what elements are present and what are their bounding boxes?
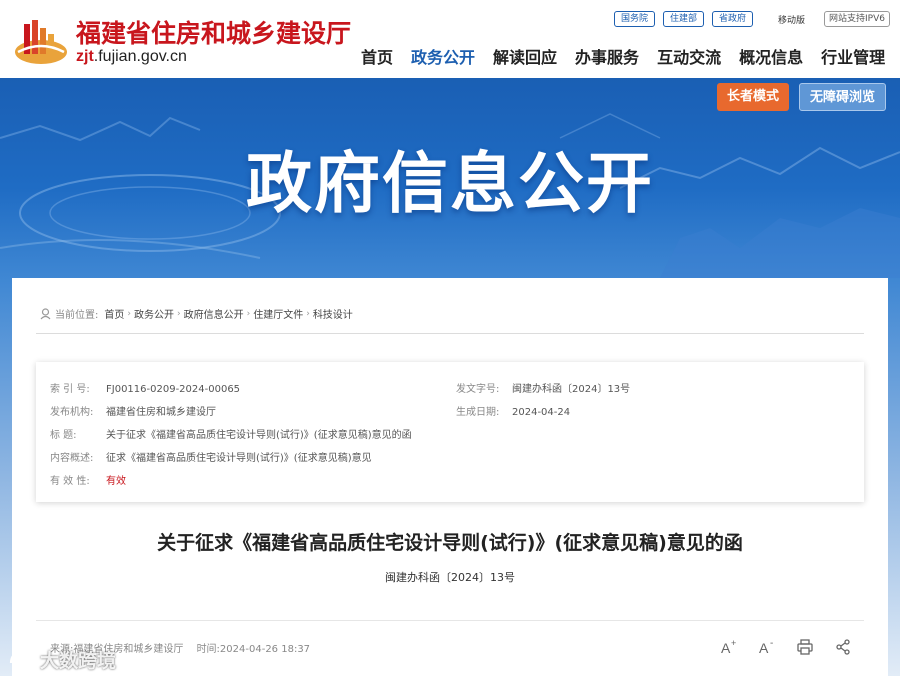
breadcrumb-separator-icon: › — [176, 308, 181, 319]
meta-date-value: 2024-04-24 — [512, 407, 571, 418]
meta-doc-number-row: 发文字号: 闽建办科函〔2024〕13号 — [456, 380, 630, 395]
link-provincial-gov[interactable]: 省政府 — [712, 11, 754, 27]
meta-index-value: FJ00116-0209-2024-00065 — [106, 384, 241, 395]
document-number: 闽建办科函〔2024〕13号 — [385, 571, 515, 584]
link-mohurd[interactable]: 住建部 — [663, 11, 705, 27]
svg-text:+: + — [731, 639, 736, 648]
meta-validity-value: 有效 — [106, 476, 126, 487]
nav-services[interactable]: 办事服务 — [566, 46, 648, 70]
meta-index-row: 索 引 号: FJ00116-0209-2024-00065 — [50, 380, 240, 395]
location-icon — [40, 307, 51, 319]
meta-title-row: 标 题: 关于征求《福建省高品质住宅设计导则(试行)》(征求意见稿)意见的函 — [50, 426, 412, 441]
meta-date-row: 生成日期: 2024-04-24 — [456, 403, 570, 418]
meta-doc-number-value: 闽建办科函〔2024〕13号 — [512, 384, 631, 395]
nav-home[interactable]: 首页 — [352, 46, 402, 70]
meta-publisher-value: 福建省住房和城乡建设厅 — [106, 407, 216, 418]
banner-title: 政府信息公开 — [246, 145, 654, 222]
watermark-logo-icon — [9, 651, 33, 668]
meta-publisher-label: 发布机构: — [50, 407, 94, 418]
main-nav: 首页 政务公开 解读回应 办事服务 互动交流 概况信息 行业管理 — [352, 46, 894, 70]
hero-banner: 政府信息公开 长者模式 无障碍浏览 — [0, 78, 900, 278]
elder-mode-button[interactable]: 长者模式 — [717, 83, 790, 111]
nav-government-affairs[interactable]: 政务公开 — [402, 46, 484, 70]
nav-industry[interactable]: 行业管理 — [812, 46, 894, 70]
top-links: 国务院 住建部 省政府 — [614, 11, 754, 27]
breadcrumb-tech-design[interactable]: 科技设计 — [313, 306, 353, 321]
document-tools: A + A- — [718, 636, 854, 658]
mobile-version-link[interactable]: 移动版 — [778, 13, 805, 26]
meta-publisher-row: 发布机构: 福建省住房和城乡建设厅 — [50, 403, 216, 418]
breadcrumb: 当前位置: 首页 › 政务公开 › 政府信息公开 › 住建厅文件 › 科技设计 — [40, 306, 353, 321]
breadcrumb-separator-icon: › — [246, 308, 251, 319]
nav-overview[interactable]: 概况信息 — [730, 46, 812, 70]
meta-summary-value: 征求《福建省高品质住宅设计导则(试行)》(征求意见稿)意见 — [106, 453, 372, 464]
document-metadata-box: 索 引 号: FJ00116-0209-2024-00065 发文字号: 闽建办科函… — [36, 362, 864, 502]
breadcrumb-prefix: 当前位置: — [55, 310, 99, 321]
meta-title-label: 标 题: — [50, 430, 77, 441]
breadcrumb-separator-icon: › — [306, 308, 310, 319]
svg-text:A: A — [721, 640, 731, 655]
info-divider — [36, 620, 864, 621]
svg-text:A: A — [759, 640, 769, 655]
accessible-browse-button[interactable]: 无障碍浏览 — [799, 83, 887, 111]
print-icon[interactable] — [794, 636, 816, 658]
ipv6-badge[interactable]: 网站支持IPV6 — [824, 11, 890, 27]
site-header: 福建省住房和城乡建设厅 zjt.fujian.gov.cn 国务院 住建部 省政… — [0, 0, 900, 78]
breadcrumb-home[interactable]: 首页 — [104, 306, 124, 321]
breadcrumb-department-documents[interactable]: 住建厅文件 — [253, 306, 303, 321]
meta-doc-number-label: 发文字号: — [456, 384, 500, 395]
domain-prefix: zjt — [76, 48, 94, 65]
meta-index-label: 索 引 号: — [50, 384, 90, 395]
watermark-text: 大数跨境 — [40, 650, 117, 672]
breadcrumb-government-affairs[interactable]: 政务公开 — [134, 306, 174, 321]
share-icon[interactable] — [832, 636, 854, 658]
site-domain: zjt.fujian.gov.cn — [76, 48, 187, 66]
site-logo[interactable] — [14, 16, 68, 66]
meta-summary-row: 内容概述: 征求《福建省高品质住宅设计导则(试行)》(征求意见稿)意见 — [50, 449, 372, 464]
watermark: 大数跨境 — [8, 646, 116, 673]
link-state-council[interactable]: 国务院 — [614, 11, 656, 27]
meta-validity-label: 有 效 性: — [50, 476, 90, 487]
meta-date-label: 生成日期: — [456, 407, 500, 418]
domain-rest: .fujian.gov.cn — [93, 48, 187, 65]
meta-validity-row: 有 效 性: 有效 — [50, 472, 126, 487]
site-name[interactable]: 福建省住房和城乡建设厅 — [76, 14, 351, 50]
breadcrumb-separator-icon: › — [127, 308, 131, 319]
document-time: 时间:2024-04-26 18:37 — [196, 644, 311, 655]
meta-title-value: 关于征求《福建省高品质住宅设计导则(试行)》(征求意见稿)意见的函 — [106, 430, 412, 441]
document-title: 关于征求《福建省高品质住宅设计导则(试行)》(征求意见稿)意见的函 — [157, 532, 743, 554]
breadcrumb-info-disclosure[interactable]: 政府信息公开 — [184, 306, 244, 321]
svg-text:-: - — [770, 639, 773, 649]
meta-summary-label: 内容概述: — [50, 453, 94, 464]
breadcrumb-divider — [36, 333, 864, 334]
font-decrease-icon[interactable]: A- — [756, 636, 778, 658]
nav-interaction[interactable]: 互动交流 — [648, 46, 730, 70]
font-increase-icon[interactable]: A + — [718, 636, 740, 658]
nav-interpretation[interactable]: 解读回应 — [484, 46, 566, 70]
